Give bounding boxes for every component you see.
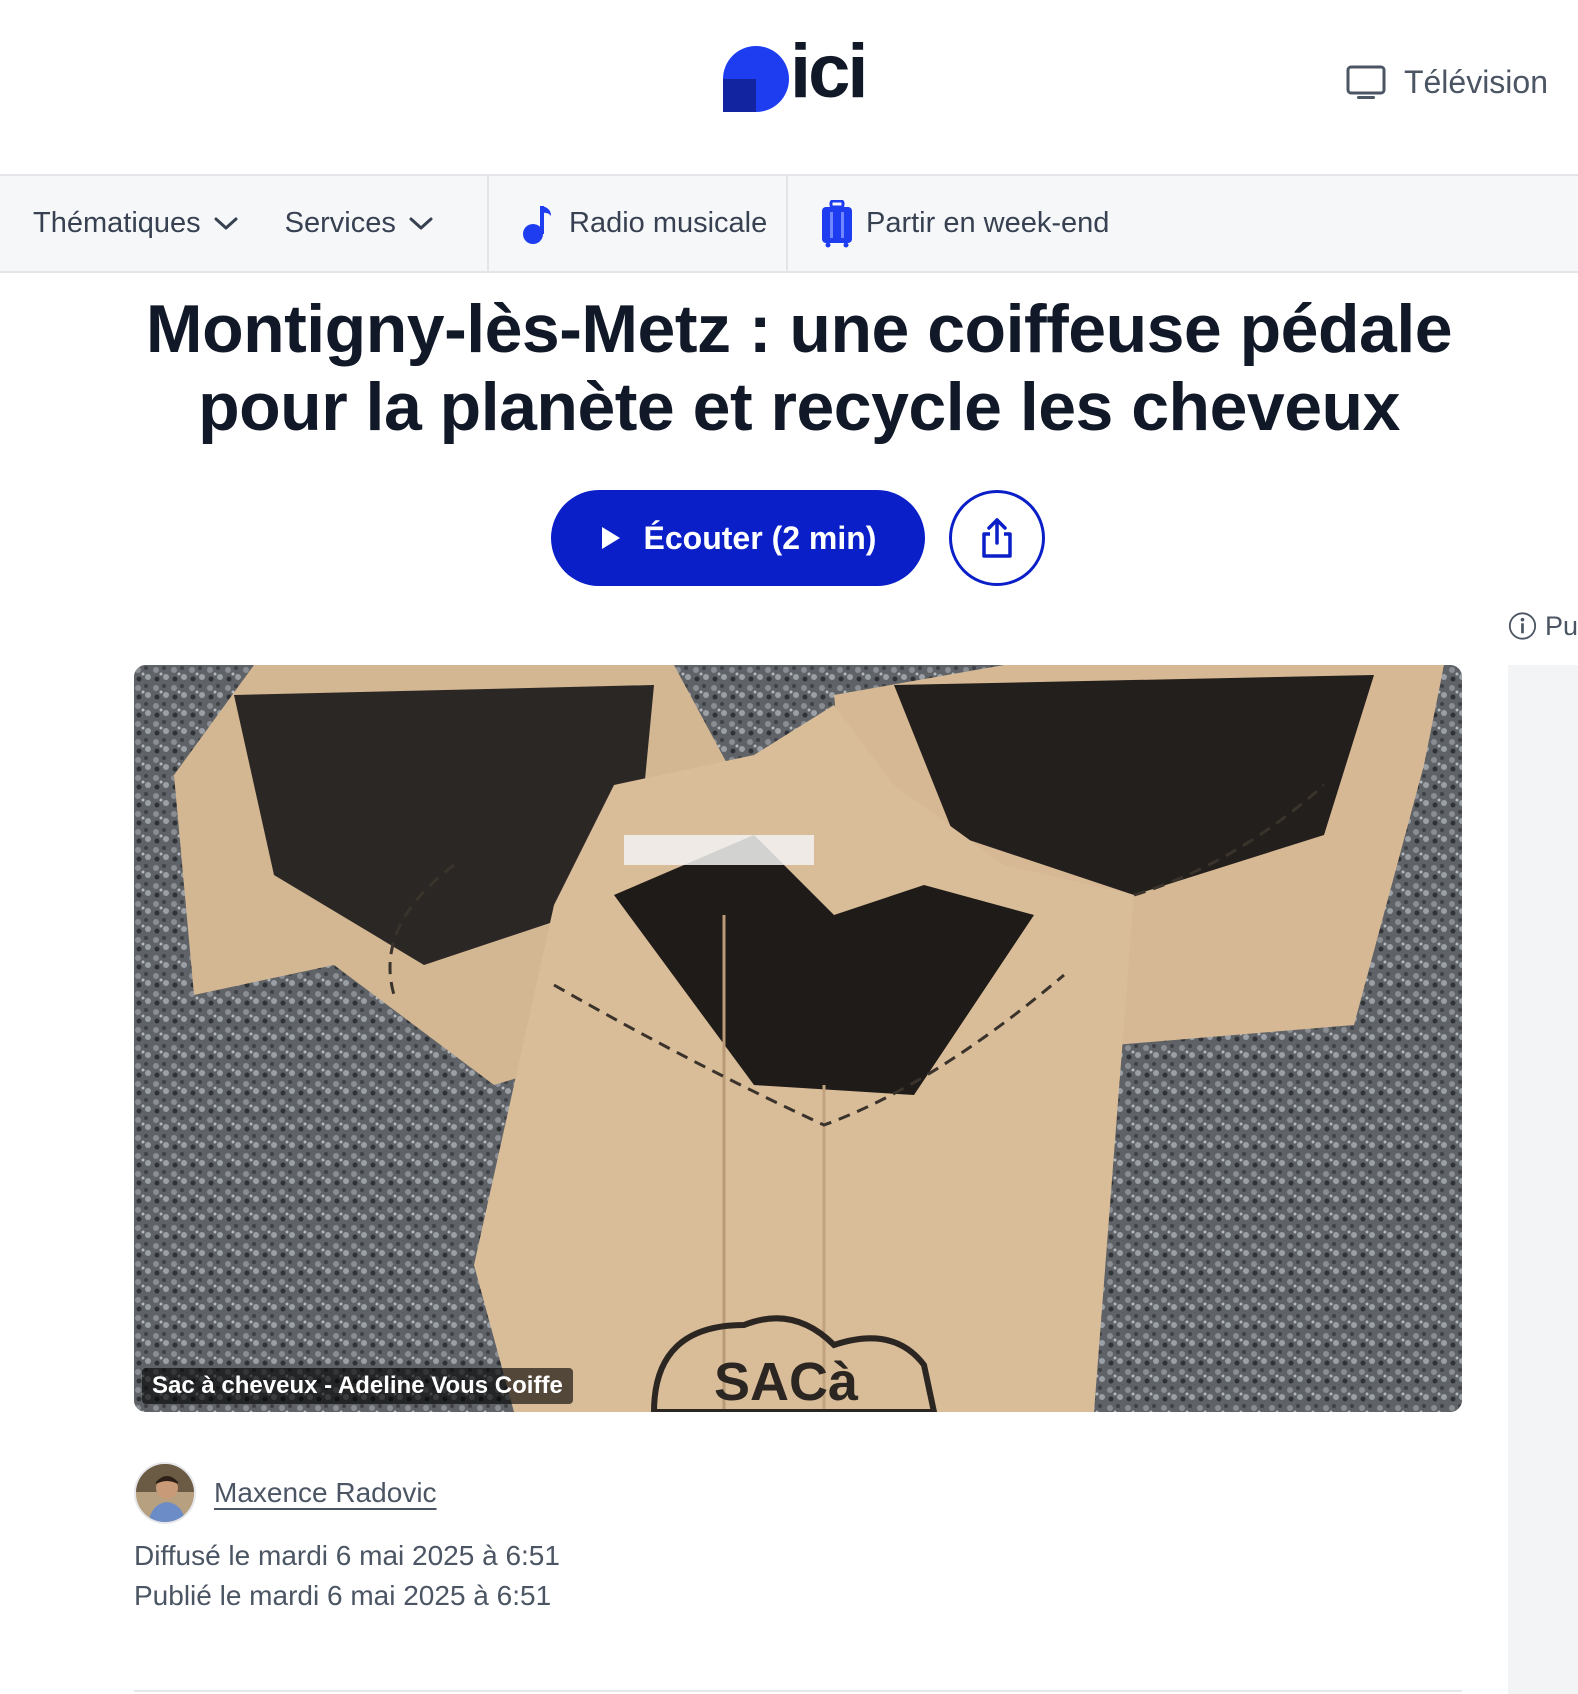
share-button[interactable] [949, 490, 1045, 586]
ici-logo[interactable]: ici [720, 34, 880, 114]
nav-item-label: Services [284, 207, 396, 239]
nav-item-label: Partir en week-end [866, 207, 1110, 239]
article-image[interactable]: SACà Sac à cheveux - Adeline Vous Coiffe [134, 665, 1462, 1412]
nav-weekend-group: Partir en week-end [788, 176, 1109, 271]
suitcase-icon [822, 199, 852, 247]
page: ici Télévision Thématiques Services Radi… [0, 0, 1578, 1694]
logo-text: ici [790, 29, 868, 114]
nav-item-radio-musicale[interactable]: Radio musicale [521, 202, 767, 246]
share-icon [982, 518, 1012, 558]
avatar[interactable] [134, 1462, 196, 1524]
info-icon [1508, 612, 1537, 640]
broadcast-date: Diffusé le mardi 6 mai 2025 à 6:51 [134, 1540, 560, 1571]
tv-icon [1346, 65, 1386, 99]
site-header: ici Télévision [0, 0, 1578, 175]
paper-bags-photo: SACà [134, 665, 1462, 1412]
music-note-icon [523, 205, 551, 244]
published-date: Publié le mardi 6 mai 2025 à 6:51 [134, 1580, 552, 1611]
play-icon [601, 527, 620, 549]
author-link[interactable]: Maxence Radovic [214, 1477, 437, 1509]
divider [134, 1690, 1462, 1692]
nav-dropdown-group: Thématiques Services [0, 176, 487, 271]
nav-item-label: Thématiques [33, 207, 201, 239]
television-link[interactable]: Télévision [1346, 64, 1548, 101]
article-dates: Diffusé le mardi 6 mai 2025 à 6:51 Publi… [134, 1536, 560, 1616]
svg-text:SACà: SACà [714, 1352, 859, 1412]
image-caption: Sac à cheveux - Adeline Vous Coiffe [142, 1368, 573, 1404]
nav-item-thematiques[interactable]: Thématiques [33, 207, 239, 240]
television-label: Télévision [1403, 64, 1548, 100]
chevron-down-icon [214, 217, 238, 229]
nav-item-services[interactable]: Services [285, 207, 434, 240]
chevron-down-icon [409, 217, 433, 229]
listen-button[interactable]: Écouter (2 min) [551, 490, 925, 586]
nav-radio-group: Radio musicale [489, 176, 786, 271]
main-nav: Thématiques Services Radio musicale Part… [0, 174, 1578, 273]
ad-label-text: Pu [1544, 610, 1578, 641]
ad-label: Pu [1508, 610, 1578, 642]
author-block: Maxence Radovic [134, 1462, 437, 1524]
author-photo [136, 1464, 194, 1522]
nav-item-partir-en-week-end[interactable]: Partir en week-end [820, 199, 1110, 248]
ad-rail [1508, 665, 1578, 1694]
article-title: Montigny-lès-Metz : une coiffeuse pédale… [145, 291, 1453, 445]
nav-item-label: Radio musicale [569, 207, 768, 239]
logo-mark-icon [723, 46, 789, 112]
listen-button-label: Écouter (2 min) [643, 519, 877, 556]
